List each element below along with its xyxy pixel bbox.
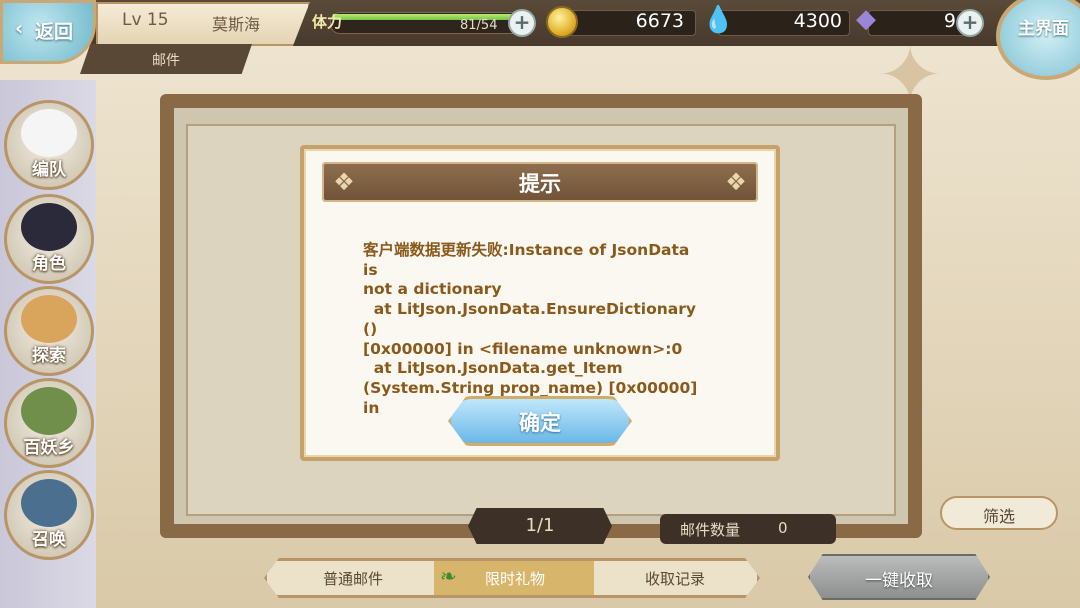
sidebar-item-explore[interactable]: 探索: [4, 286, 94, 376]
claim-all-label: 一键收取: [865, 571, 933, 591]
gem-value: 4300: [793, 10, 842, 32]
player-name: 莫斯海: [212, 15, 261, 34]
village-icon: [21, 387, 77, 435]
player-level: Lv 15: [122, 10, 169, 30]
mail-count-value: 0: [778, 519, 788, 537]
confirm-label: 确定: [519, 411, 561, 435]
sidebar-item-label: 百妖乡: [23, 438, 75, 458]
stamina-value: 81/54: [460, 18, 498, 33]
sidebar-item-character[interactable]: 角色: [4, 194, 94, 284]
dialog-title: 提示: [519, 172, 561, 196]
section-title: 邮件: [152, 53, 180, 69]
back-arrow-icon: ‹: [15, 16, 24, 40]
sidebar-item-label: 角色: [32, 254, 66, 274]
ornament-icon: ❖: [725, 168, 747, 196]
mail-count-label: 邮件数量: [680, 521, 741, 539]
filter-label: 筛选: [982, 507, 1015, 526]
ornament-icon: ❖: [333, 168, 355, 196]
team-icon: [21, 109, 77, 157]
sidebar-item-village[interactable]: 百妖乡: [4, 378, 94, 468]
sidebar-item-summon[interactable]: 召唤: [4, 470, 94, 560]
add-crystal-button[interactable]: +: [956, 9, 984, 37]
back-button[interactable]: ‹ 返回: [0, 0, 96, 64]
tab-limited-gift[interactable]: 限时礼物: [432, 568, 598, 589]
character-icon: [21, 203, 77, 251]
gold-value: 6673: [635, 10, 684, 32]
back-label: 返回: [35, 21, 74, 43]
gold-coin-icon: [546, 6, 578, 38]
dialog-message: 客户端数据更新失败:Instance of JsonData is not a …: [363, 241, 698, 417]
sidebar-item-label: 编队: [32, 160, 66, 180]
home-label: 主界面: [1018, 19, 1069, 39]
add-stamina-button[interactable]: +: [508, 9, 536, 37]
summon-icon: [21, 479, 77, 527]
stamina-label: 体力: [312, 13, 343, 31]
sidebar-item-label: 召唤: [32, 530, 66, 550]
sidebar-item-team[interactable]: 编队: [4, 100, 94, 190]
water-drop-icon: 💧: [702, 5, 735, 35]
crystal-icon: ◆: [856, 4, 876, 34]
page-indicator: 1/1: [525, 515, 555, 536]
tab-claim-history[interactable]: 收取记录: [592, 568, 758, 589]
sidebar-item-label: 探索: [32, 346, 66, 366]
explore-icon: [21, 295, 77, 343]
tab-normal-mail[interactable]: 普通邮件: [270, 568, 436, 589]
crystal-value: 9: [943, 10, 956, 32]
